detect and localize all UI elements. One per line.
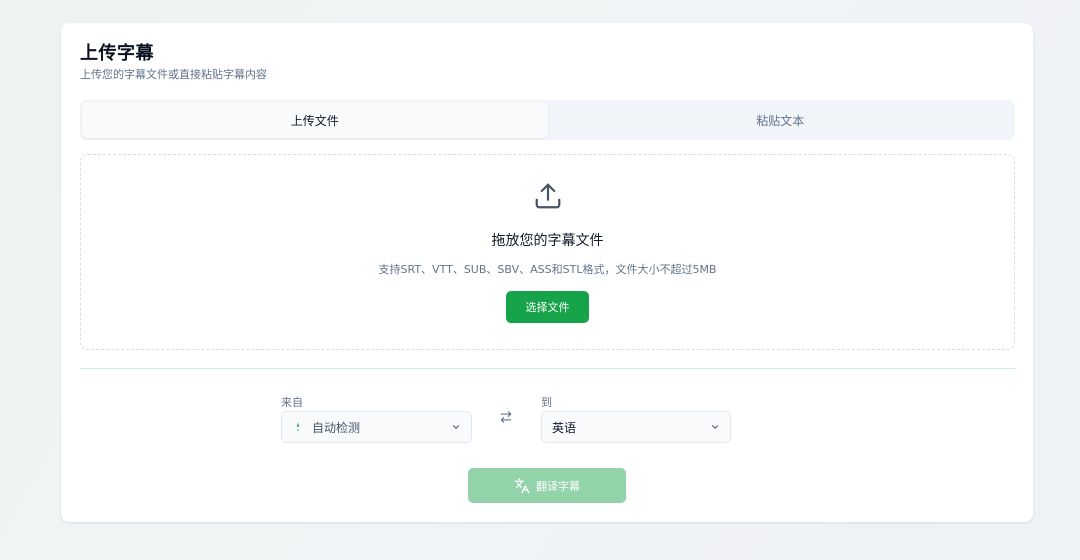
translate-button-label: 翻译字幕 xyxy=(536,479,580,493)
from-language-select[interactable]: 自动检测 xyxy=(281,411,472,443)
chevron-down-icon xyxy=(452,425,460,429)
page-subtitle: 上传您的字幕文件或直接粘贴字幕内容 xyxy=(80,68,267,81)
translate-icon xyxy=(514,478,530,493)
swap-arrows-icon xyxy=(500,411,512,423)
sparkle-icon xyxy=(296,422,300,432)
file-dropzone[interactable]: 拖放您的字幕文件 支持SRT、VTT、SUB、SBV、ASS和STL格式，文件大… xyxy=(80,154,1015,350)
to-language-value: 英语 xyxy=(552,420,577,435)
translate-subtitles-button[interactable]: 翻译字幕 xyxy=(468,468,626,503)
from-language-value: 自动检测 xyxy=(312,420,361,435)
dropzone-title: 拖放您的字幕文件 xyxy=(491,233,604,249)
to-language-label: 到 xyxy=(541,396,552,409)
upload-card: 上传字幕 上传您的字幕文件或直接粘贴字幕内容 上传文件 粘贴文本 拖放您的字幕文… xyxy=(61,23,1033,522)
tab-upload-file[interactable]: 上传文件 xyxy=(82,102,548,138)
to-language-select[interactable]: 英语 xyxy=(541,411,731,443)
from-language-label: 来自 xyxy=(281,396,303,409)
choose-file-button[interactable]: 选择文件 xyxy=(506,291,589,323)
dropzone-hint: 支持SRT、VTT、SUB、SBV、ASS和STL格式，文件大小不超过5MB xyxy=(378,263,717,276)
upload-icon xyxy=(535,183,561,209)
chevron-down-icon xyxy=(711,425,719,429)
swap-languages-button[interactable] xyxy=(497,408,515,426)
page-title: 上传字幕 xyxy=(80,43,154,64)
mode-tabs: 上传文件 粘贴文本 xyxy=(80,100,1015,140)
section-divider xyxy=(80,368,1015,369)
tab-paste-text[interactable]: 粘贴文本 xyxy=(548,102,1014,138)
